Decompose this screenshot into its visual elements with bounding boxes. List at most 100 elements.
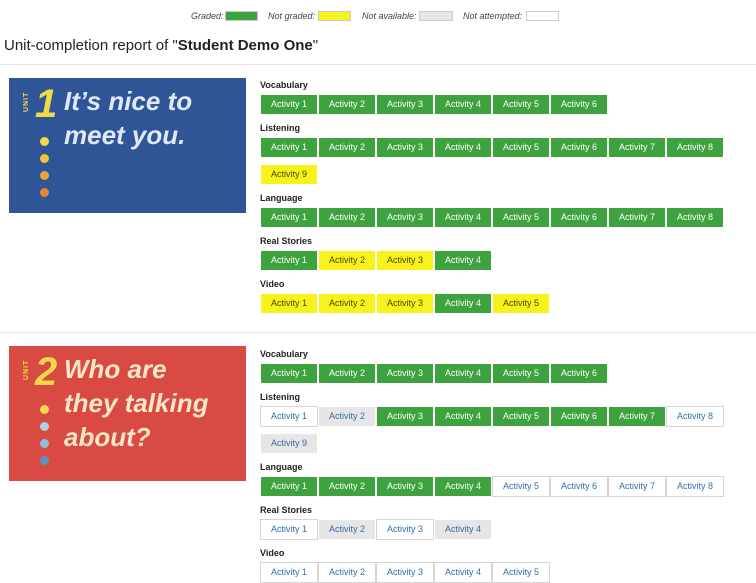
activity-button[interactable]: Activity 1 (260, 207, 318, 228)
activity-button[interactable]: Activity 2 (318, 363, 376, 384)
decoration-dot (40, 188, 49, 197)
activity-button[interactable]: Activity 8 (666, 137, 724, 158)
activity-button[interactable]: Activity 1 (260, 476, 318, 497)
unit-banner: UNIT 1 It’s nice to meet you. (9, 78, 246, 213)
activity-button[interactable]: Activity 4 (434, 94, 492, 115)
legend-not-attempted-swatch (526, 11, 559, 21)
decoration-dot (40, 171, 49, 180)
activity-button[interactable]: Activity 6 (550, 94, 608, 115)
section-label-language: Language (260, 462, 303, 472)
activity-button[interactable]: Activity 5 (492, 94, 550, 115)
activity-button[interactable]: Activity 6 (550, 363, 608, 384)
activity-button[interactable]: Activity 8 (666, 207, 724, 228)
activity-button[interactable]: Activity 2 (318, 250, 376, 271)
legend-not-available-swatch (419, 11, 453, 21)
activity-button[interactable]: Activity 3 (376, 406, 434, 427)
activity-button[interactable]: Activity 1 (260, 363, 318, 384)
activity-button[interactable]: Activity 1 (260, 406, 318, 427)
activity-button[interactable]: Activity 3 (376, 293, 434, 314)
section-label-vocabulary: Vocabulary (260, 349, 308, 359)
activity-button[interactable]: Activity 2 (318, 519, 376, 540)
activity-button[interactable]: Activity 3 (376, 562, 434, 583)
section-label-video: Video (260, 548, 285, 558)
section-label-listening: Listening (260, 123, 300, 133)
unit-banner-title: It’s nice to meet you. (64, 86, 193, 150)
activity-button[interactable]: Activity 1 (260, 293, 318, 314)
decoration-dot (40, 439, 49, 448)
title-suffix: " (312, 37, 319, 54)
activity-button[interactable]: Activity 8 (666, 406, 724, 427)
activity-button[interactable]: Activity 2 (318, 562, 376, 583)
activity-button[interactable]: Activity 6 (550, 406, 608, 427)
activity-button[interactable]: Activity 2 (318, 293, 376, 314)
unit-banner-title: Who are they talking about? (64, 354, 209, 452)
legend-not-attempted-label: Not attempted: (463, 11, 523, 21)
activity-button[interactable]: Activity 5 (492, 293, 550, 314)
activity-button[interactable]: Activity 3 (376, 476, 434, 497)
activity-button[interactable]: Activity 5 (492, 406, 550, 427)
activity-button[interactable]: Activity 2 (318, 94, 376, 115)
activity-button[interactable]: Activity 4 (434, 250, 492, 271)
activity-button[interactable]: Activity 5 (492, 476, 550, 497)
unit-number: 1 (35, 82, 58, 126)
legend-graded-swatch (225, 11, 258, 21)
unit-number: 2 (35, 350, 58, 394)
activity-button[interactable]: Activity 6 (550, 207, 608, 228)
activity-button[interactable]: Activity 9 (260, 433, 318, 454)
section-label-listening: Listening (260, 392, 300, 402)
activity-button[interactable]: Activity 3 (376, 207, 434, 228)
activity-button[interactable]: Activity 9 (260, 164, 318, 185)
activity-button[interactable]: Activity 1 (260, 562, 318, 583)
unit-word: UNIT (23, 91, 30, 112)
decoration-dot (40, 456, 49, 465)
activity-button[interactable]: Activity 3 (376, 137, 434, 158)
activity-button[interactable]: Activity 3 (376, 94, 434, 115)
activity-button[interactable]: Activity 5 (492, 137, 550, 158)
activity-button[interactable]: Activity 7 (608, 476, 666, 497)
activity-button[interactable]: Activity 3 (376, 250, 434, 271)
activity-button[interactable]: Activity 4 (434, 406, 492, 427)
activity-button[interactable]: Activity 4 (434, 562, 492, 583)
activity-button[interactable]: Activity 3 (376, 519, 434, 540)
activity-button[interactable]: Activity 4 (434, 207, 492, 228)
activity-button[interactable]: Activity 5 (492, 562, 550, 583)
legend-graded-label: Graded: (191, 11, 224, 21)
activity-button[interactable]: Activity 4 (434, 363, 492, 384)
student-name: Student Demo One (177, 37, 313, 54)
activity-button[interactable]: Activity 2 (318, 207, 376, 228)
section-label-real-stories: Real Stories (260, 505, 313, 515)
activity-button[interactable]: Activity 5 (492, 363, 550, 384)
activity-button[interactable]: Activity 4 (434, 519, 492, 540)
section-label-language: Language (260, 193, 303, 203)
section-label-real-stories: Real Stories (260, 236, 313, 246)
activity-button[interactable]: Activity 1 (260, 519, 318, 540)
page-title: Unit-completion report of "Student Demo … (4, 37, 318, 54)
activity-button[interactable]: Activity 2 (318, 406, 376, 427)
activity-button[interactable]: Activity 6 (550, 476, 608, 497)
legend-not-available-label: Not available: (362, 11, 417, 21)
divider (0, 64, 756, 65)
section-label-video: Video (260, 279, 285, 289)
unit-word: UNIT (23, 359, 30, 380)
legend-not-graded-label: Not graded: (268, 11, 316, 21)
activity-button[interactable]: Activity 3 (376, 363, 434, 384)
divider (0, 332, 756, 333)
activity-button[interactable]: Activity 6 (550, 137, 608, 158)
section-label-vocabulary: Vocabulary (260, 80, 308, 90)
activity-button[interactable]: Activity 2 (318, 476, 376, 497)
title-prefix: Unit-completion report of " (4, 37, 178, 54)
activity-button[interactable]: Activity 7 (608, 406, 666, 427)
activity-button[interactable]: Activity 4 (434, 293, 492, 314)
activity-button[interactable]: Activity 1 (260, 250, 318, 271)
activity-button[interactable]: Activity 1 (260, 137, 318, 158)
activity-button[interactable]: Activity 7 (608, 207, 666, 228)
decoration-dot (40, 154, 49, 163)
activity-button[interactable]: Activity 8 (666, 476, 724, 497)
decoration-dot (40, 137, 49, 146)
activity-button[interactable]: Activity 7 (608, 137, 666, 158)
activity-button[interactable]: Activity 4 (434, 137, 492, 158)
activity-button[interactable]: Activity 1 (260, 94, 318, 115)
activity-button[interactable]: Activity 4 (434, 476, 492, 497)
activity-button[interactable]: Activity 5 (492, 207, 550, 228)
activity-button[interactable]: Activity 2 (318, 137, 376, 158)
